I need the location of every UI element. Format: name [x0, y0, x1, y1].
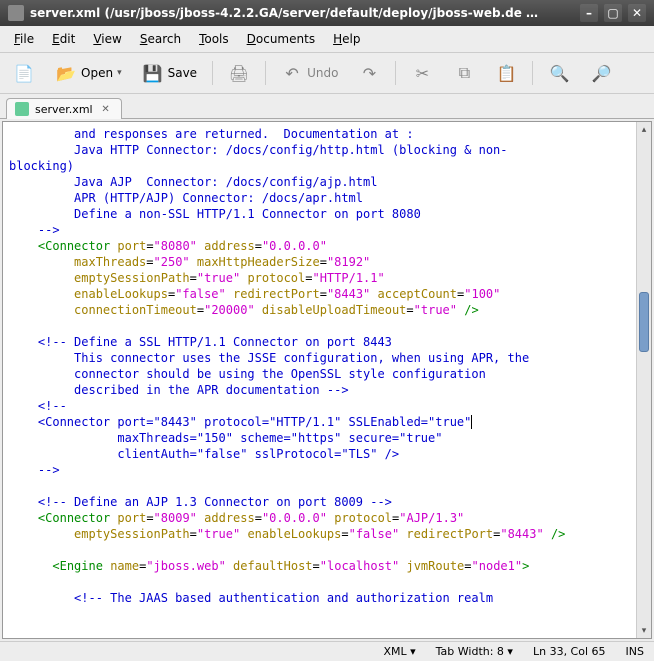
find-icon: 🔍 — [548, 62, 570, 84]
undo-icon: ↶ — [281, 62, 303, 84]
app-icon — [8, 5, 24, 21]
status-insert-mode[interactable]: INS — [626, 645, 644, 658]
chevron-down-icon[interactable]: ▾ — [117, 68, 122, 78]
status-language[interactable]: XML ▾ — [383, 645, 415, 658]
minimize-button[interactable]: – — [580, 4, 598, 22]
status-tab-width[interactable]: Tab Width: 8 ▾ — [436, 645, 513, 658]
window-title: server.xml (/usr/jboss/jboss-4.2.2.GA/se… — [30, 6, 574, 20]
scroll-thumb[interactable] — [639, 292, 649, 352]
separator — [265, 61, 266, 85]
open-folder-icon: 📂 — [55, 62, 77, 84]
replace-button[interactable]: 🔎 — [583, 57, 619, 89]
new-file-icon: 📄 — [13, 62, 35, 84]
toolbar: 📄 📂 Open ▾ 💾 Save 🖨 ↶ Undo ↷ ✂ ⧉ 📋 🔍 🔎 — [0, 53, 654, 94]
separator — [395, 61, 396, 85]
menu-help[interactable]: Help — [325, 29, 368, 49]
editor-area: and responses are returned. Documentatio… — [2, 121, 652, 639]
open-button[interactable]: 📂 Open ▾ — [48, 57, 129, 89]
tab-bar: server.xml ✕ — [0, 94, 654, 119]
tab-label: server.xml — [35, 103, 93, 116]
undo-label: Undo — [307, 66, 338, 80]
redo-button[interactable]: ↷ — [351, 57, 387, 89]
save-button[interactable]: 💾 Save — [135, 57, 204, 89]
status-bar: XML ▾ Tab Width: 8 ▾ Ln 33, Col 65 INS — [0, 641, 654, 661]
status-cursor-position: Ln 33, Col 65 — [533, 645, 606, 658]
menu-edit[interactable]: Edit — [44, 29, 83, 49]
menu-documents[interactable]: Documents — [239, 29, 323, 49]
menu-search[interactable]: Search — [132, 29, 189, 49]
paste-icon: 📋 — [495, 62, 517, 84]
copy-button[interactable]: ⧉ — [446, 57, 482, 89]
vertical-scrollbar[interactable]: ▴ ▾ — [636, 122, 651, 638]
tab-server-xml[interactable]: server.xml ✕ — [6, 98, 122, 119]
scroll-up-icon[interactable]: ▴ — [637, 122, 651, 137]
code-editor[interactable]: and responses are returned. Documentatio… — [3, 122, 636, 638]
menu-bar: File Edit View Search Tools Documents He… — [0, 26, 654, 53]
redo-icon: ↷ — [358, 62, 380, 84]
file-icon — [15, 102, 29, 116]
scroll-down-icon[interactable]: ▾ — [637, 623, 651, 638]
print-button[interactable]: 🖨 — [221, 57, 257, 89]
copy-icon: ⧉ — [453, 62, 475, 84]
menu-file[interactable]: File — [6, 29, 42, 49]
tab-close-icon[interactable]: ✕ — [99, 102, 113, 116]
save-label: Save — [168, 66, 197, 80]
open-label: Open — [81, 66, 113, 80]
undo-button[interactable]: ↶ Undo — [274, 57, 345, 89]
menu-view[interactable]: View — [85, 29, 129, 49]
title-bar: server.xml (/usr/jboss/jboss-4.2.2.GA/se… — [0, 0, 654, 26]
cut-button[interactable]: ✂ — [404, 57, 440, 89]
find-button[interactable]: 🔍 — [541, 57, 577, 89]
maximize-button[interactable]: ▢ — [604, 4, 622, 22]
separator — [532, 61, 533, 85]
save-icon: 💾 — [142, 62, 164, 84]
menu-tools[interactable]: Tools — [191, 29, 237, 49]
new-button[interactable]: 📄 — [6, 57, 42, 89]
close-button[interactable]: ✕ — [628, 4, 646, 22]
paste-button[interactable]: 📋 — [488, 57, 524, 89]
cut-icon: ✂ — [411, 62, 433, 84]
replace-icon: 🔎 — [590, 62, 612, 84]
separator — [212, 61, 213, 85]
print-icon: 🖨 — [228, 62, 250, 84]
